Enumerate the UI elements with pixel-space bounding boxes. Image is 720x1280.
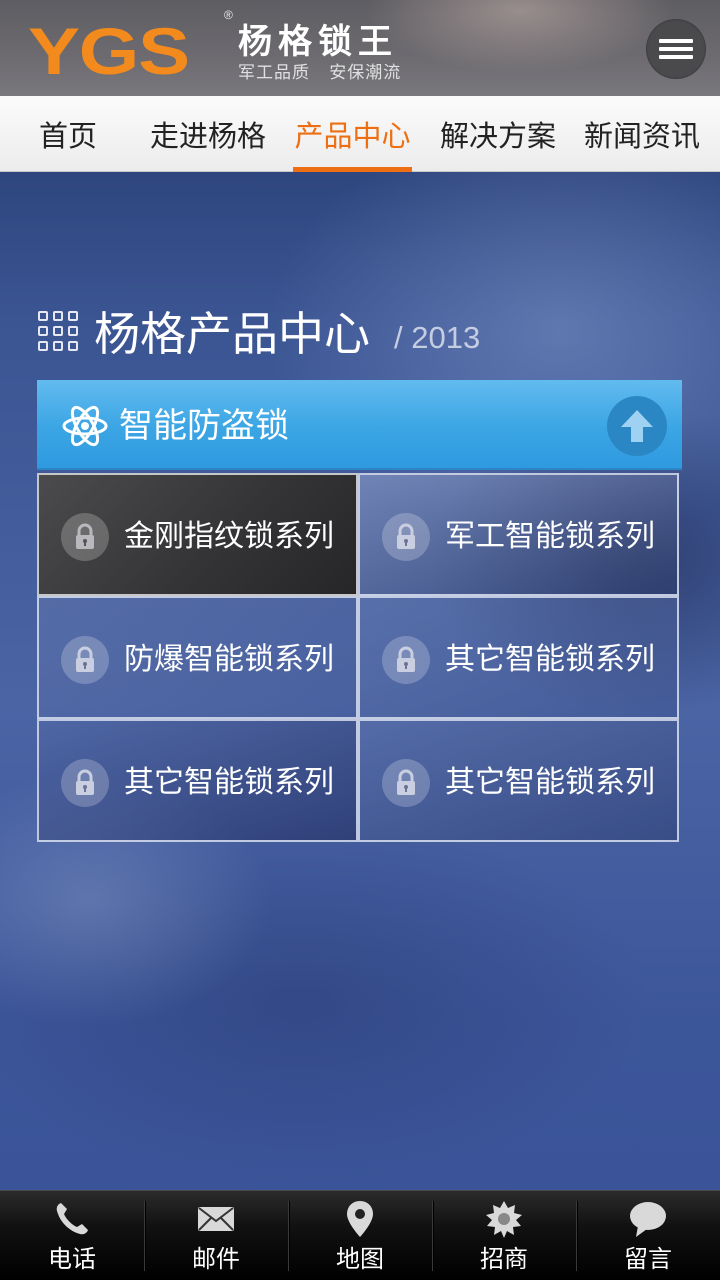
tab-business[interactable]: 招商 — [432, 1191, 576, 1280]
tab-phone[interactable]: 电话 — [0, 1191, 144, 1280]
tab-label: 电话 — [48, 1245, 96, 1273]
product-item[interactable]: 其它智能锁系列 — [358, 719, 679, 842]
category-header[interactable]: 智能防盗锁 — [37, 380, 682, 470]
phone-icon — [52, 1199, 92, 1239]
nav-item-news[interactable]: 新闻资讯 — [580, 96, 704, 172]
tab-map[interactable]: 地图 — [288, 1191, 432, 1280]
product-label: 军工智能锁系列 — [445, 519, 655, 554]
main-nav: 首页 走进杨格 产品中心 解决方案 新闻资讯 — [0, 96, 720, 172]
product-item[interactable]: 防爆智能锁系列 — [37, 596, 358, 719]
product-item[interactable]: 其它智能锁系列 — [37, 719, 358, 842]
lock-icon — [61, 513, 109, 561]
tab-message[interactable]: 留言 — [576, 1191, 720, 1280]
nav-item-about[interactable]: 走进杨格 — [146, 96, 270, 172]
hamburger-menu-icon[interactable] — [646, 19, 706, 79]
page-year: / 2013 — [394, 320, 481, 355]
lock-icon — [382, 759, 430, 807]
page-title: 杨格产品中心 — [94, 307, 370, 361]
tab-label: 招商 — [480, 1245, 528, 1273]
logo[interactable]: YGS — [28, 18, 190, 84]
product-label: 其它智能锁系列 — [124, 765, 334, 800]
atom-icon — [61, 402, 109, 450]
registered-mark: ® — [224, 8, 233, 22]
nav-item-home[interactable]: 首页 — [20, 96, 116, 172]
bottom-toolbar: 电话 邮件 地图 招商 留言 — [0, 1190, 720, 1280]
product-label: 金刚指纹锁系列 — [124, 519, 334, 554]
lock-icon — [61, 759, 109, 807]
brand-name: 杨格锁王 — [238, 22, 398, 62]
product-label: 防爆智能锁系列 — [124, 642, 334, 677]
product-grid: 金刚指纹锁系列 军工智能锁系列 防爆智能锁系列 其它智能锁系列 其它智能锁系列 … — [37, 473, 682, 845]
header: YGS ® 杨格锁王 军工品质 安保潮流 — [0, 0, 720, 96]
product-item[interactable]: 金刚指纹锁系列 — [37, 473, 358, 596]
product-label: 其它智能锁系列 — [445, 642, 655, 677]
lock-icon — [382, 636, 430, 684]
nav-item-solutions[interactable]: 解决方案 — [436, 96, 560, 172]
grid-icon — [38, 311, 80, 353]
tab-label: 地图 — [336, 1245, 384, 1273]
lock-icon — [382, 513, 430, 561]
map-pin-icon — [340, 1199, 380, 1239]
tab-label: 邮件 — [192, 1245, 240, 1273]
brand-slogan: 军工品质 安保潮流 — [238, 63, 402, 83]
lock-icon — [61, 636, 109, 684]
product-label: 其它智能锁系列 — [445, 765, 655, 800]
mail-icon — [196, 1199, 236, 1239]
category-title: 智能防盗锁 — [119, 406, 289, 446]
nav-item-products[interactable]: 产品中心 — [293, 96, 412, 172]
tab-mail[interactable]: 邮件 — [144, 1191, 288, 1280]
badge-icon — [484, 1199, 524, 1239]
product-item[interactable]: 其它智能锁系列 — [358, 596, 679, 719]
chat-bubble-icon — [628, 1199, 668, 1239]
tab-label: 留言 — [624, 1245, 672, 1273]
product-item[interactable]: 军工智能锁系列 — [358, 473, 679, 596]
arrow-up-icon[interactable] — [607, 396, 667, 456]
